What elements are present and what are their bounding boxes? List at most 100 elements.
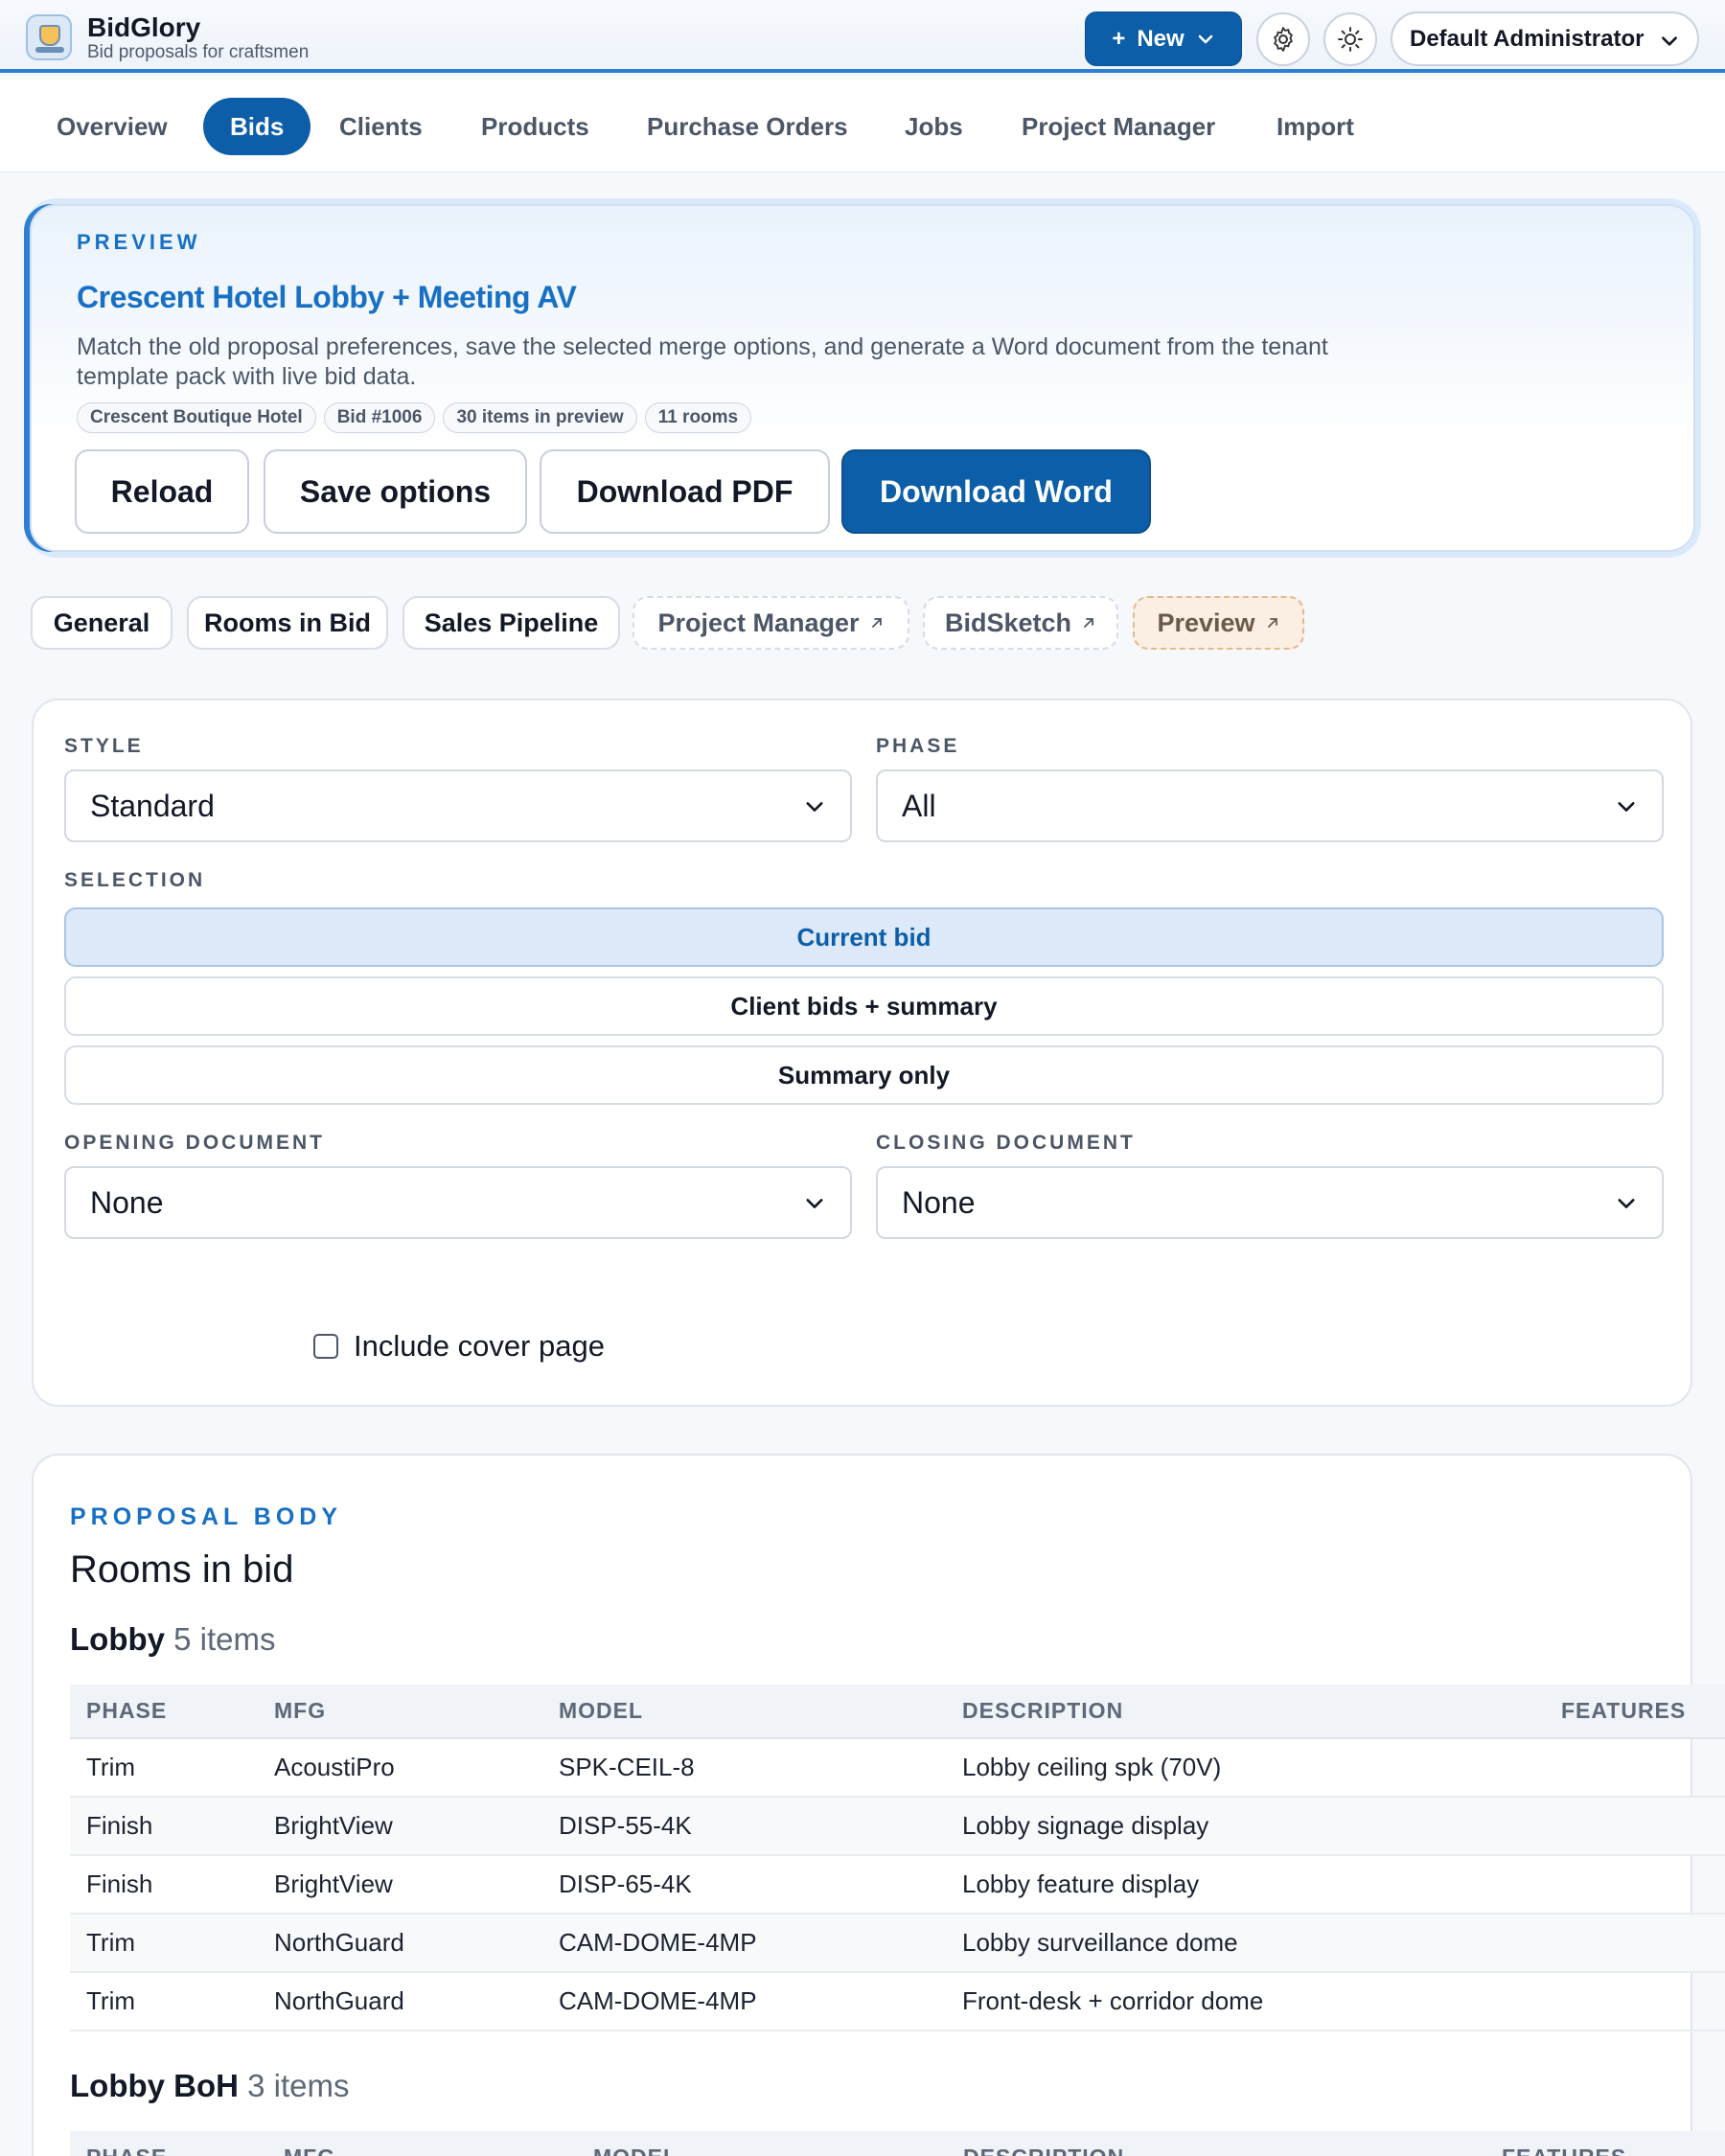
nav-jobs[interactable]: Jobs (905, 98, 963, 155)
preview-card: PREVIEW Crescent Hotel Lobby + Meeting A… (30, 204, 1695, 552)
sun-icon (1338, 27, 1363, 52)
col-mfg: MFG (267, 2131, 577, 2156)
selection-summary-only[interactable]: Summary only (64, 1045, 1664, 1105)
table-header-row: PHASE MFG MODEL DESCRIPTION FEATURES (70, 2131, 1725, 2156)
reload-button[interactable]: Reload (75, 449, 249, 534)
table-row[interactable]: Trim NorthGuard CAM-DOME-4MP Front-desk … (70, 1972, 1725, 2031)
chevron-down-icon (806, 802, 823, 812)
lobby-items-table: PHASE MFG MODEL DESCRIPTION FEATURES Tri… (70, 1685, 1725, 2031)
nav-products[interactable]: Products (481, 98, 589, 155)
tab-general-label: General (53, 608, 150, 637)
chevron-down-icon (1198, 34, 1212, 43)
col-description: DESCRIPTION (947, 2131, 1485, 2156)
nav-overview[interactable]: Overview (57, 98, 168, 155)
chevron-down-icon (806, 1199, 823, 1208)
nav-purchase-orders[interactable]: Purchase Orders (647, 98, 848, 155)
phase-value: All (902, 789, 936, 823)
cover-page-label: Include cover page (354, 1329, 605, 1363)
nav-bids[interactable]: Bids (203, 98, 311, 155)
col-model: MODEL (577, 2131, 947, 2156)
closing-document-select[interactable]: None (876, 1166, 1664, 1239)
table-row[interactable]: Trim AcoustiPro SPK-CEIL-8 Lobby ceiling… (70, 1738, 1725, 1798)
cell-model: DISP-55-4K (542, 1797, 946, 1856)
table-row[interactable]: Finish BrightView DISP-65-4K Lobby featu… (70, 1855, 1725, 1915)
table-row[interactable]: Finish BrightView DISP-55-4K Lobby signa… (70, 1797, 1725, 1856)
col-model: MODEL (542, 1685, 946, 1739)
cell-description: Lobby signage display (946, 1797, 1545, 1856)
tab-general[interactable]: General (31, 596, 172, 650)
new-button[interactable]: + New (1085, 11, 1242, 66)
nav-clients[interactable]: Clients (339, 98, 423, 155)
cell-description: Lobby surveillance dome (946, 1914, 1545, 1973)
proposal-body-eyebrow: PROPOSAL BODY (70, 1503, 343, 1530)
save-options-button[interactable]: Save options (264, 449, 527, 534)
phase-label: PHASE (876, 735, 960, 757)
external-link-icon (1084, 618, 1093, 628)
settings-button[interactable] (1256, 12, 1310, 66)
app-tagline: Bid proposals for craftsmen (87, 42, 310, 62)
cell-model: DISP-65-4K (542, 1855, 946, 1915)
cell-phase: Trim (70, 1914, 258, 1973)
cover-page-option[interactable]: Include cover page (313, 1329, 605, 1364)
proposal-body-card: PROPOSAL BODY Rooms in bid Lobby 5 items… (32, 1454, 1725, 2156)
cell-features (1545, 1855, 1725, 1915)
download-word-button[interactable]: Download Word (841, 449, 1151, 534)
user-menu-button[interactable]: Default Administrator (1391, 11, 1699, 66)
cell-phase: Trim (70, 1972, 258, 2031)
nav-project-manager[interactable]: Project Manager (1022, 98, 1215, 155)
room-item-count: 5 items (173, 1621, 276, 1657)
theme-toggle-button[interactable] (1323, 12, 1377, 66)
cell-phase: Finish (70, 1797, 258, 1856)
tab-pipeline-label: Sales Pipeline (424, 608, 599, 637)
selection-current-bid[interactable]: Current bid (64, 907, 1664, 967)
col-features: FEATURES (1485, 2131, 1725, 2156)
phase-select[interactable]: All (876, 769, 1664, 842)
tab-rooms-in-bid[interactable]: Rooms in Bid (187, 596, 388, 650)
main-nav: Overview Bids Clients Products Purchase … (0, 77, 1725, 172)
cell-mfg: NorthGuard (258, 1914, 542, 1973)
closing-document-value: None (902, 1185, 976, 1220)
cell-description: Front-desk + corridor dome (946, 1972, 1545, 2031)
cell-features (1545, 1972, 1725, 2031)
cell-phase: Finish (70, 1855, 258, 1915)
gear-icon (1274, 27, 1293, 52)
cover-page-checkbox[interactable] (313, 1334, 338, 1359)
cell-mfg: BrightView (258, 1855, 542, 1915)
col-mfg: MFG (258, 1685, 542, 1739)
new-button-label: New (1137, 25, 1184, 52)
tab-pm-label: Project Manager (657, 608, 860, 637)
external-link-icon (1267, 618, 1277, 628)
style-select[interactable]: Standard (64, 769, 852, 842)
selection-label: SELECTION (64, 869, 206, 891)
col-description: DESCRIPTION (946, 1685, 1545, 1739)
app-logo-icon[interactable] (26, 14, 72, 60)
cell-mfg: NorthGuard (258, 1972, 542, 2031)
client-chip: Crescent Boutique Hotel (77, 402, 316, 433)
cell-mfg: AcoustiPro (258, 1738, 542, 1798)
cell-model: SPK-CEIL-8 (542, 1738, 946, 1798)
room-title-lobby: Lobby 5 items (70, 1621, 276, 1658)
tab-sales-pipeline[interactable]: Sales Pipeline (402, 596, 620, 650)
table-row[interactable]: Trim NorthGuard CAM-DOME-4MP Lobby surve… (70, 1914, 1725, 1973)
bid-title: Crescent Hotel Lobby + Meeting AV (77, 280, 577, 314)
tab-bidsketch[interactable]: BidSketch (923, 596, 1118, 650)
download-pdf-button[interactable]: Download PDF (540, 449, 830, 534)
tab-project-manager[interactable]: Project Manager (632, 596, 909, 650)
chevron-down-icon (1618, 802, 1635, 812)
selection-client-bids-summary[interactable]: Client bids + summary (64, 976, 1664, 1036)
tab-preview[interactable]: Preview (1133, 596, 1304, 650)
cell-model: CAM-DOME-4MP (542, 1972, 946, 2031)
opening-document-select[interactable]: None (64, 1166, 852, 1239)
preview-description: Match the old proposal preferences, save… (77, 333, 1328, 390)
room-name: Lobby (70, 1621, 165, 1657)
nav-import[interactable]: Import (1276, 98, 1354, 155)
table-header-row: PHASE MFG MODEL DESCRIPTION FEATURES (70, 1685, 1725, 1739)
user-name: Default Administrator (1410, 25, 1644, 52)
col-phase: PHASE (70, 2131, 267, 2156)
cell-description: Lobby ceiling spk (70V) (946, 1738, 1545, 1798)
tab-preview-label: Preview (1157, 608, 1255, 637)
cell-features (1545, 1914, 1725, 1973)
room-item-count: 3 items (247, 2068, 350, 2103)
tab-rooms-label: Rooms in Bid (204, 608, 371, 637)
room-count-chip: 11 rooms (644, 402, 752, 433)
